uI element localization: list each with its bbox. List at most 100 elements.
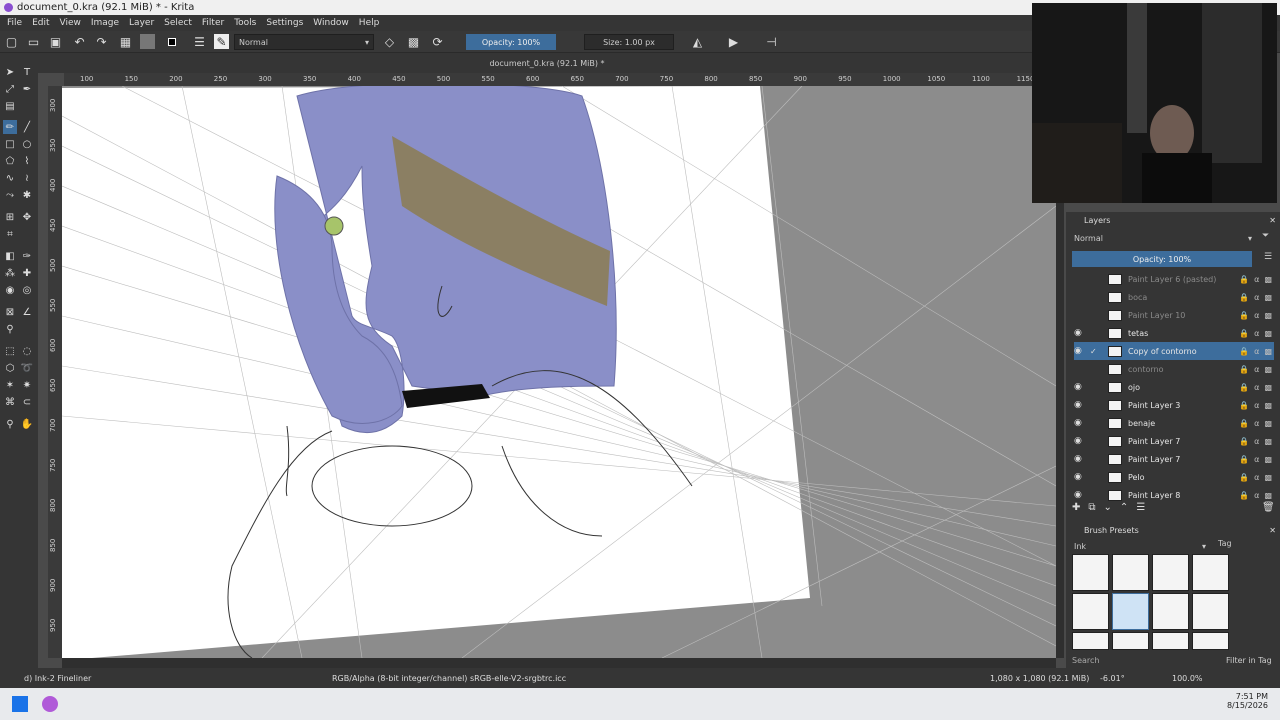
layer-options-icon[interactable]: ☰ [1264,252,1272,262]
lock-icon[interactable]: 🔒 [1239,455,1249,464]
alpha-lock-icon[interactable]: α [1254,419,1259,428]
alpha-lock-icon[interactable]: α [1254,401,1259,410]
move-tool-icon[interactable]: ✥ [20,210,34,224]
visibility-eye-icon[interactable]: ◉ [1074,346,1086,356]
visibility-eye-icon[interactable]: ◉ [1074,418,1086,428]
new-document-icon[interactable]: ▢ [4,34,19,49]
mirror-horizontal-icon[interactable]: ◭ [690,34,705,49]
pan-tool-icon[interactable]: ✋ [20,417,34,431]
layer-properties-icon[interactable]: ☰ [1136,502,1145,513]
brush-preset-item[interactable] [1072,593,1109,630]
visibility-eye-icon[interactable]: ◉ [1074,472,1086,482]
elliptical-selection-tool-icon[interactable]: ◌ [20,344,34,358]
lock-icon[interactable]: 🔒 [1239,473,1249,482]
bezier-selection-tool-icon[interactable]: ⌘ [3,395,17,409]
filter-icon[interactable]: ⏷ [1262,231,1269,241]
menu-view[interactable]: View [55,18,86,28]
inherit-alpha-icon[interactable]: ▩ [1264,437,1272,446]
freehand-selection-tool-icon[interactable]: ➰ [20,361,34,375]
polygon-tool-icon[interactable]: ⬠ [3,154,17,168]
reference-images-tool-icon[interactable]: ⚲ [3,322,17,336]
alpha-lock-icon[interactable]: α [1254,311,1259,320]
gradient-icon[interactable]: ▦ [118,34,133,49]
polyline-tool-icon[interactable]: ⌇ [20,154,34,168]
layer-row[interactable]: ◉ Paint Layer 7 🔒 α ▩ [1074,450,1274,468]
menu-select[interactable]: Select [159,18,197,28]
menu-help[interactable]: Help [354,18,385,28]
bezier-tool-icon[interactable]: ∿ [3,171,17,185]
save-icon[interactable]: ▣ [48,34,63,49]
lock-icon[interactable]: 🔒 [1239,491,1249,500]
layer-row[interactable]: ◉ ojo 🔒 α ▩ [1074,378,1274,396]
visibility-eye-icon[interactable]: ◉ [1074,490,1086,500]
layer-row[interactable]: boca 🔒 α ▩ [1074,288,1274,306]
brush-preset-item[interactable] [1192,593,1229,630]
brush-preset-icon[interactable]: ✎ [214,34,229,49]
brush-preset-item[interactable] [1072,632,1109,650]
calligraphy-tool-icon[interactable]: ✒ [20,82,34,96]
alpha-lock-icon[interactable]: α [1254,347,1259,356]
redo-icon[interactable]: ↷ [94,34,109,49]
pattern-icon[interactable] [140,34,155,49]
filter-in-tag-checkbox[interactable]: Filter in Tag [1226,656,1272,665]
delete-layer-icon[interactable]: 🗑 [1262,502,1275,513]
layer-row[interactable]: ◉ ✓ Copy of contorno 🔒 α ▩ [1074,342,1274,360]
menu-filter[interactable]: Filter [197,18,229,28]
color-picker-tool-icon[interactable]: ✑ [20,249,34,263]
reload-icon[interactable]: ⟳ [430,34,445,49]
layer-row[interactable]: Paint Layer 6 (pasted) 🔒 α ▩ [1074,270,1274,288]
brush-preset-item[interactable] [1152,593,1189,630]
inherit-alpha-icon[interactable]: ▩ [1264,311,1272,320]
similar-selection-tool-icon[interactable]: ✷ [20,378,34,392]
alpha-lock-icon[interactable]: α [1254,329,1259,338]
inherit-alpha-icon[interactable]: ▩ [1264,491,1272,500]
alpha-lock-icon[interactable]: α [1254,293,1259,302]
lock-icon[interactable]: 🔒 [1239,275,1249,284]
opacity-slider[interactable]: Opacity: 100% [466,34,556,50]
colorize-mask-tool-icon[interactable]: ⁂ [3,266,17,280]
brush-preset-item[interactable] [1152,554,1189,591]
mirror-vertical-icon[interactable]: ▶ [726,34,741,49]
text-tool-icon[interactable]: T [20,65,34,79]
ellipse-tool-icon[interactable]: ○ [20,137,34,151]
open-document-icon[interactable]: ▭ [26,34,41,49]
lock-icon[interactable]: 🔒 [1239,419,1249,428]
lock-icon[interactable]: 🔒 [1239,293,1249,302]
add-layer-icon[interactable]: ✚ [1072,502,1080,513]
clock[interactable]: 7:51 PM 8/15/2026 [1224,692,1268,710]
brush-preset-item[interactable] [1152,632,1189,650]
move-down-icon[interactable]: ⌄ [1104,502,1112,513]
visibility-eye-icon[interactable]: ◉ [1074,454,1086,464]
horizontal-scrollbar[interactable] [62,658,1056,668]
layer-row[interactable]: ◉ tetas 🔒 α ▩ [1074,324,1274,342]
brush-preset-item[interactable] [1192,632,1229,650]
select-shapes-tool-icon[interactable]: ➤ [3,65,17,79]
menu-file[interactable]: File [2,18,27,28]
document-tab[interactable]: document_0.kra (92.1 MiB) * [38,53,1056,73]
layer-row[interactable]: contorno 🔒 α ▩ [1074,360,1274,378]
lock-icon[interactable]: 🔒 [1239,383,1249,392]
start-button-icon[interactable] [12,696,28,712]
layer-opacity-slider[interactable]: Opacity: 100% [1072,251,1252,267]
inherit-alpha-icon[interactable]: ▩ [1264,365,1272,374]
brush-tag-select[interactable]: Ink ▾ [1070,538,1210,554]
menu-settings[interactable]: Settings [261,18,308,28]
eraser-icon[interactable]: ◇ [382,34,397,49]
lock-icon[interactable]: 🔒 [1239,437,1249,446]
brush-preset-item[interactable] [1112,554,1149,591]
brush-preset-item[interactable] [1072,554,1109,591]
brush-settings-icon[interactable]: ☰ [192,34,207,49]
menu-tools[interactable]: Tools [229,18,261,28]
magnetic-selection-tool-icon[interactable]: ⊂ [20,395,34,409]
inherit-alpha-icon[interactable]: ▩ [1264,293,1272,302]
freehand-path-tool-icon[interactable]: ≀ [20,171,34,185]
alpha-lock-icon[interactable]: α [1254,275,1259,284]
polygonal-selection-tool-icon[interactable]: ⬡ [3,361,17,375]
pattern-tool-icon[interactable]: ▤ [3,99,17,113]
layer-row[interactable]: ◉ Paint Layer 3 🔒 α ▩ [1074,396,1274,414]
smart-patch-tool-icon[interactable]: ✚ [20,266,34,280]
crop-tool-icon[interactable]: ⌗ [3,227,17,241]
brush-preset-item-selected[interactable] [1112,593,1149,630]
brush-preset-item[interactable] [1192,554,1229,591]
contiguous-selection-tool-icon[interactable]: ✶ [3,378,17,392]
